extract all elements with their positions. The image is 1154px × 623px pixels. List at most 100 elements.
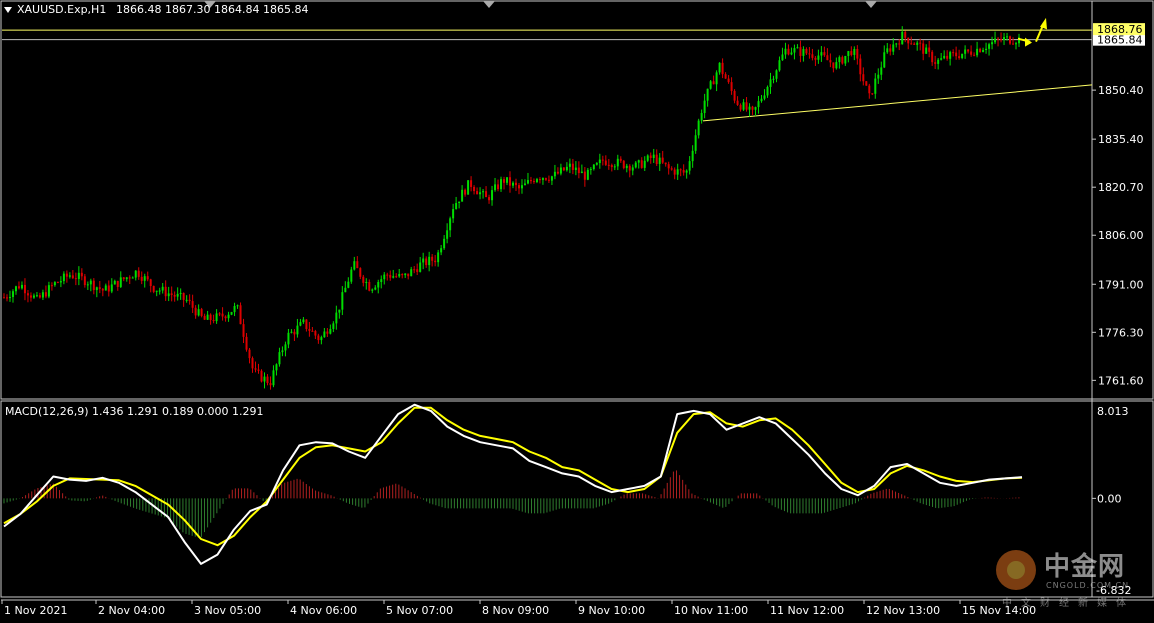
candle bbox=[955, 47, 957, 60]
candle-body bbox=[353, 261, 355, 269]
candle bbox=[9, 291, 11, 302]
candle bbox=[168, 287, 170, 301]
candle bbox=[913, 42, 915, 45]
candle bbox=[892, 38, 894, 55]
candle bbox=[895, 43, 897, 48]
candle bbox=[880, 62, 882, 80]
candle bbox=[45, 286, 47, 299]
candle bbox=[653, 149, 655, 163]
candle-body bbox=[755, 107, 757, 110]
candle-body bbox=[856, 49, 858, 59]
candle-body bbox=[509, 177, 511, 185]
candle bbox=[162, 283, 164, 294]
candle-body bbox=[623, 161, 625, 168]
candle bbox=[772, 76, 774, 83]
candle-body bbox=[769, 79, 771, 87]
candle bbox=[138, 267, 140, 280]
candle-body bbox=[982, 50, 984, 52]
price-tick-label: 1850.40 bbox=[1098, 84, 1144, 97]
candle-body bbox=[814, 58, 816, 60]
candle-body bbox=[263, 377, 265, 382]
dropdown-icon[interactable] bbox=[4, 7, 12, 13]
candle-body bbox=[850, 51, 852, 55]
candle-body bbox=[266, 377, 268, 383]
candle-body bbox=[889, 48, 891, 51]
candle-body bbox=[437, 252, 439, 262]
candle bbox=[42, 290, 44, 300]
candle bbox=[614, 164, 616, 170]
candle-body bbox=[533, 181, 535, 182]
candle bbox=[78, 266, 80, 285]
candle-body bbox=[150, 279, 152, 286]
candle bbox=[593, 164, 595, 171]
time-tick-label: 10 Nov 11:00 bbox=[674, 604, 748, 617]
candle bbox=[578, 161, 580, 178]
period-separator-marker bbox=[483, 1, 495, 8]
candle-body bbox=[611, 165, 613, 167]
candle-body bbox=[551, 176, 553, 180]
candle-body bbox=[422, 259, 424, 263]
candle-body bbox=[569, 164, 571, 167]
candle bbox=[982, 48, 984, 53]
candle bbox=[904, 31, 906, 42]
candle bbox=[413, 266, 415, 273]
candle bbox=[826, 48, 828, 60]
candle bbox=[30, 292, 32, 301]
candle bbox=[557, 167, 559, 174]
candle bbox=[680, 168, 682, 176]
candle-body bbox=[808, 53, 810, 54]
candle bbox=[287, 329, 289, 348]
watermark-brand-cn: 中金网 bbox=[1044, 546, 1125, 583]
candle bbox=[518, 183, 520, 194]
candle bbox=[710, 80, 712, 90]
candle-body bbox=[87, 284, 89, 285]
candle bbox=[467, 180, 469, 195]
candle-body bbox=[590, 169, 592, 170]
candle-body bbox=[326, 332, 328, 334]
candle bbox=[278, 348, 280, 367]
candle bbox=[823, 47, 825, 57]
candle bbox=[737, 96, 739, 106]
candle-body bbox=[476, 191, 478, 194]
candle-body bbox=[674, 170, 676, 175]
candle bbox=[503, 177, 505, 190]
candle bbox=[485, 186, 487, 197]
candle-body bbox=[1003, 37, 1005, 40]
chart-canvas[interactable]: 1850.401835.401820.701806.001791.001776.… bbox=[0, 0, 1154, 619]
candle-body bbox=[835, 62, 837, 68]
candle bbox=[39, 293, 41, 299]
candle-body bbox=[617, 159, 619, 167]
candle bbox=[548, 176, 550, 183]
candle bbox=[171, 286, 173, 301]
candle bbox=[925, 44, 927, 54]
candle bbox=[650, 152, 652, 163]
candle-body bbox=[677, 169, 679, 174]
candle bbox=[596, 162, 598, 166]
candle-body bbox=[578, 168, 580, 173]
candle bbox=[677, 164, 679, 180]
candle bbox=[530, 177, 532, 184]
candle bbox=[410, 267, 412, 276]
candle-body bbox=[829, 60, 831, 62]
candle-body bbox=[955, 53, 957, 57]
candle-body bbox=[581, 172, 583, 173]
candle bbox=[389, 271, 391, 281]
candle-body bbox=[54, 282, 56, 285]
candle-body bbox=[479, 192, 481, 194]
candle bbox=[775, 69, 777, 82]
candle bbox=[72, 270, 74, 279]
candle bbox=[222, 307, 224, 320]
candle bbox=[758, 96, 760, 114]
candle bbox=[54, 281, 56, 287]
candle bbox=[329, 325, 331, 335]
candle bbox=[949, 51, 951, 66]
candle bbox=[156, 291, 158, 297]
candle-body bbox=[228, 315, 230, 318]
candle bbox=[937, 58, 939, 69]
candle-body bbox=[237, 305, 239, 306]
candle bbox=[111, 278, 113, 293]
candle-body bbox=[180, 293, 182, 294]
candle-body bbox=[692, 151, 694, 161]
candle bbox=[620, 156, 622, 163]
candle bbox=[769, 73, 771, 94]
